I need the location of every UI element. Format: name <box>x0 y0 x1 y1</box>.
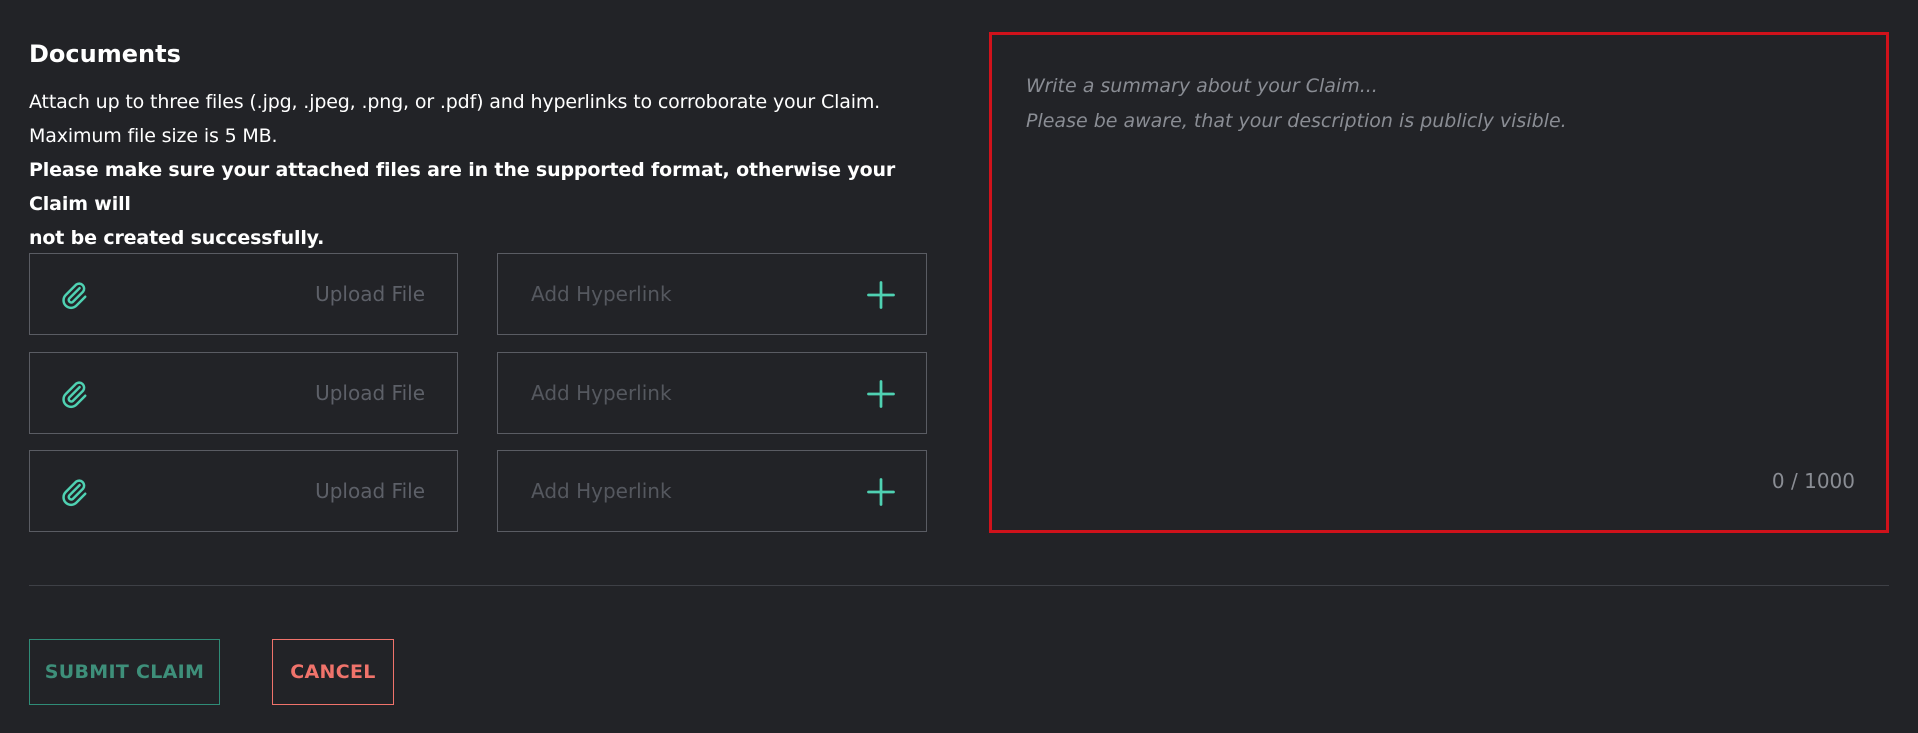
paperclip-icon <box>62 479 87 507</box>
paperclip-icon <box>62 381 87 409</box>
upload-file-button[interactable]: Upload File <box>29 352 458 434</box>
claim-summary-box: 0 / 1000 <box>989 32 1889 533</box>
cancel-button[interactable]: CANCEL <box>272 639 394 705</box>
documents-description-line2: Maximum file size is 5 MB. <box>29 125 278 147</box>
hyperlink-input[interactable] <box>498 254 871 334</box>
hyperlink-field <box>497 450 927 532</box>
divider <box>29 585 1889 586</box>
hyperlink-field <box>497 253 927 335</box>
claim-documents-form: Documents Attach up to three files (.jpg… <box>0 0 1918 733</box>
plus-icon[interactable] <box>866 280 896 310</box>
claim-summary-textarea[interactable] <box>992 35 1886 530</box>
hyperlink-input[interactable] <box>498 451 871 531</box>
documents-heading: Documents <box>29 40 181 68</box>
plus-icon[interactable] <box>866 477 896 507</box>
character-counter: 0 / 1000 <box>1771 469 1855 493</box>
attachment-row: Upload File <box>29 253 927 335</box>
attachment-row: Upload File <box>29 352 927 434</box>
upload-file-button[interactable]: Upload File <box>29 450 458 532</box>
submit-claim-button[interactable]: SUBMIT CLAIM <box>29 639 220 705</box>
attachment-row: Upload File <box>29 450 927 532</box>
paperclip-icon <box>62 282 87 310</box>
plus-icon[interactable] <box>866 379 896 409</box>
documents-section: Documents Attach up to three files (.jpg… <box>29 38 929 255</box>
hyperlink-field <box>497 352 927 434</box>
documents-warning-line1: Please make sure your attached files are… <box>29 159 896 215</box>
hyperlink-input[interactable] <box>498 353 871 433</box>
upload-file-label: Upload File <box>315 479 425 503</box>
upload-file-label: Upload File <box>315 381 425 405</box>
documents-warning-line2: not be created successfully. <box>29 227 325 249</box>
upload-file-label: Upload File <box>315 282 425 306</box>
upload-file-button[interactable]: Upload File <box>29 253 458 335</box>
documents-description-line1: Attach up to three files (.jpg, .jpeg, .… <box>29 91 881 113</box>
